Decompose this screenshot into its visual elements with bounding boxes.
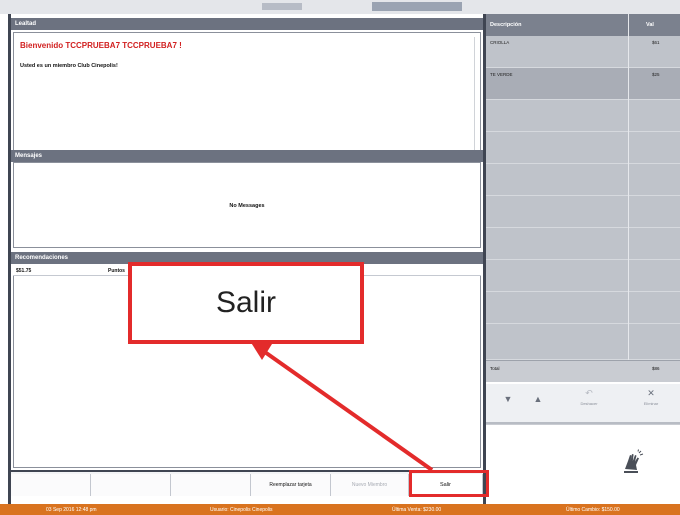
status-last-sale: Última Venta: $230.00 xyxy=(392,507,442,513)
loyalty-panel: Lealtad Bienvenido TCCPRUEBA7 TCCPRUEBA7… xyxy=(8,14,486,504)
column-divider xyxy=(628,14,629,360)
salir-callout: Salir xyxy=(128,262,364,344)
welcome-box: Bienvenido TCCPRUEBA7 TCCPRUEBA7 ! Usted… xyxy=(13,32,481,160)
top-strip-block xyxy=(262,3,302,10)
column-description: Descripción xyxy=(490,22,522,28)
status-last-change: Último Cambio: $150.00 xyxy=(566,507,620,513)
delete-label: Eliminar xyxy=(643,401,659,406)
order-row-empty xyxy=(486,100,680,132)
order-actions: ▼ ▲ ↶ Deshacer ✕ Eliminar xyxy=(486,382,680,422)
empty-button-slot xyxy=(171,474,251,496)
undo-label: Deshacer xyxy=(580,401,598,406)
order-row-empty xyxy=(486,196,680,228)
total-label: Total xyxy=(490,366,500,371)
column-value: Val xyxy=(646,22,654,28)
messages-box: No Messages xyxy=(13,162,481,248)
order-row-value: $25 xyxy=(652,72,660,77)
delete-button[interactable]: ✕ Eliminar xyxy=(626,388,676,420)
hand-icon[interactable] xyxy=(620,449,646,475)
welcome-subtitle: Usted es un miembro Club Cinepolis! xyxy=(20,63,118,69)
empty-button-slot xyxy=(91,474,171,496)
scroll-up-button[interactable]: ▲ xyxy=(526,394,550,426)
order-row-empty xyxy=(486,228,680,260)
top-strip xyxy=(0,0,680,14)
order-row-value: $61 xyxy=(652,40,660,45)
order-panel: Descripción Val CRIOLLA $61 TE VERDE $25… xyxy=(486,14,680,504)
welcome-scrollbar[interactable] xyxy=(474,37,478,155)
tab-mensajes[interactable]: Mensajes xyxy=(11,150,483,162)
chevron-up-icon: ▲ xyxy=(533,394,543,404)
order-row-empty xyxy=(486,260,680,292)
status-user: Usuario: Cinepolis Cinepolis xyxy=(210,507,273,513)
welcome-title: Bienvenido TCCPRUEBA7 TCCPRUEBA7 ! xyxy=(20,41,182,50)
recommendation-label: Puntos xyxy=(108,268,125,274)
order-row-empty xyxy=(486,324,680,360)
status-date: 03 Sep 2016 12:48 pm xyxy=(46,507,97,513)
recommendation-value: $51.75 xyxy=(16,268,32,274)
order-row-empty xyxy=(486,164,680,196)
order-grid-header: Descripción Val xyxy=(486,14,680,36)
order-row-empty xyxy=(486,292,680,324)
order-total-row: Total $86 xyxy=(486,360,680,382)
order-row-description: CRIOLLA xyxy=(490,40,510,45)
order-row[interactable]: TE VERDE $25 xyxy=(486,68,680,100)
scroll-down-button[interactable]: ▼ xyxy=(496,394,520,426)
close-icon: ✕ xyxy=(647,388,655,398)
no-messages-text: No Messages xyxy=(229,203,265,209)
order-row-empty xyxy=(486,132,680,164)
total-value: $86 xyxy=(652,366,660,371)
salir-highlight xyxy=(409,470,489,497)
undo-icon: ↶ xyxy=(585,388,593,398)
empty-button-slot xyxy=(11,474,91,496)
order-row[interactable]: CRIOLLA $61 xyxy=(486,36,680,68)
tab-lealtad[interactable]: Lealtad xyxy=(11,18,483,30)
replace-card-button[interactable]: Reemplazar tarjeta xyxy=(251,474,331,496)
order-row-description: TE VERDE xyxy=(490,72,513,77)
new-member-button[interactable]: Nuevo Miembro xyxy=(331,474,409,496)
status-bar: 03 Sep 2016 12:48 pm Usuario: Cinepolis … xyxy=(0,504,680,515)
undo-button[interactable]: ↶ Deshacer xyxy=(564,388,614,420)
top-strip-block xyxy=(372,2,462,11)
hand-area xyxy=(486,424,680,504)
chevron-down-icon: ▼ xyxy=(503,394,513,404)
